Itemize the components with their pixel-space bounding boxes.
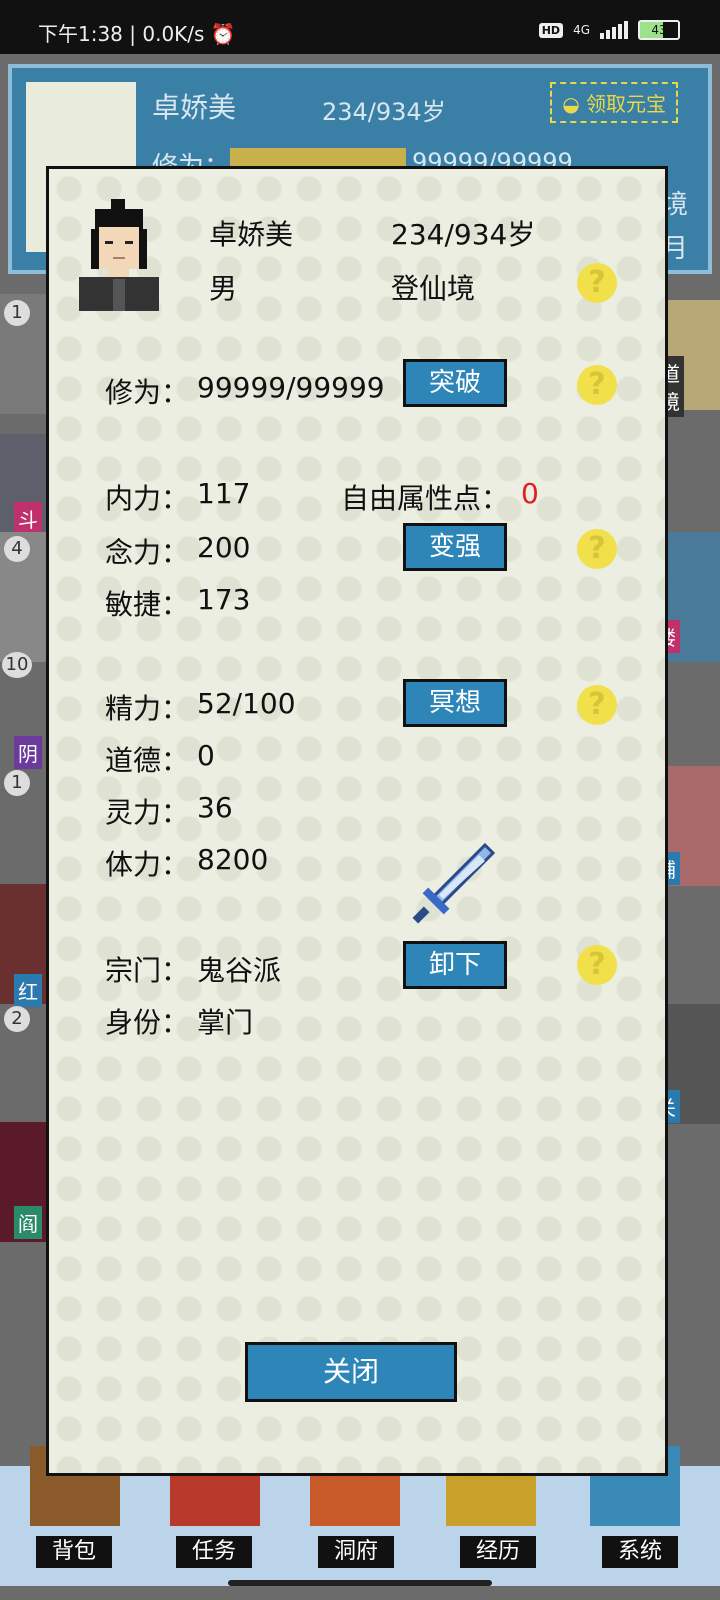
- nav-history[interactable]: 经历: [460, 1536, 536, 1568]
- tile-tag: 红: [14, 974, 42, 1007]
- home-indicator[interactable]: [228, 1580, 492, 1586]
- character-age: 234/934岁: [322, 98, 446, 126]
- help-icon[interactable]: ?: [577, 365, 617, 405]
- character-name: 卓娇美: [152, 91, 237, 124]
- stat-label: 精力：: [105, 692, 190, 725]
- free-points-label: 自由属性点：: [341, 482, 510, 515]
- breakthrough-button[interactable]: 突破: [403, 359, 507, 407]
- nav-tasks[interactable]: 任务: [176, 1536, 252, 1568]
- claim-ingot-button[interactable]: ◒ 领取元宝: [550, 82, 678, 123]
- status-right: HD 4G 43: [538, 20, 680, 40]
- strengthen-button[interactable]: 变强: [403, 523, 507, 571]
- free-points-value: 0: [521, 477, 539, 510]
- tile-tag: 阎: [14, 1206, 42, 1239]
- tile-count: 1: [4, 770, 30, 796]
- ingot-icon: ◒: [562, 92, 580, 116]
- status-time: 下午1:38 | 0.0K/s ⏰: [38, 22, 236, 46]
- tile-count: 10: [2, 652, 32, 678]
- meditate-button[interactable]: 冥想: [403, 679, 507, 727]
- identity-value: 掌门: [197, 1006, 254, 1039]
- stat-label: 道德：: [105, 744, 190, 777]
- network-label: 4G: [573, 23, 590, 37]
- bottom-nav: 背包 任务 洞府 经历 系统: [0, 1446, 720, 1586]
- nav-backpack[interactable]: 背包: [36, 1536, 112, 1568]
- cultivation-label: 修为：: [105, 376, 190, 409]
- hd-icon: HD: [538, 22, 564, 38]
- stat-value: 173: [197, 583, 251, 616]
- sect-label: 宗门：: [105, 954, 190, 987]
- stat-value: 52/100: [197, 687, 296, 720]
- cultivation-bar: [230, 148, 406, 168]
- identity-label: 身份：: [105, 1006, 190, 1039]
- character-realm: 登仙境: [391, 272, 476, 305]
- stat-value: 0: [197, 739, 215, 772]
- stat-value: 8200: [197, 843, 269, 876]
- close-button[interactable]: 关闭: [245, 1342, 457, 1402]
- tile-count: 1: [4, 300, 30, 326]
- status-bar: 下午1:38 | 0.0K/s ⏰ HD 4G 43: [0, 0, 720, 54]
- nav-cave[interactable]: 洞府: [318, 1536, 394, 1568]
- sect-value: 鬼谷派: [197, 954, 282, 987]
- tile-tag: 斗: [14, 502, 42, 535]
- stat-label: 体力：: [105, 848, 190, 881]
- character-detail-dialog: 卓娇美 234/934岁 男 登仙境 ? 修为： 99999/99999 突破 …: [46, 166, 668, 1476]
- nav-system[interactable]: 系统: [602, 1536, 678, 1568]
- character-gender: 男: [209, 272, 238, 305]
- stat-label: 念力：: [105, 536, 190, 569]
- stat-label: 灵力：: [105, 796, 190, 829]
- help-icon[interactable]: ?: [577, 945, 617, 985]
- character-name: 卓娇美: [209, 218, 294, 251]
- cultivation-value: 99999/99999: [197, 371, 385, 404]
- stat-label: 内力：: [105, 482, 190, 515]
- help-icon[interactable]: ?: [577, 685, 617, 725]
- battery-icon: 43: [638, 20, 680, 40]
- stat-value: 200: [197, 531, 251, 564]
- help-icon[interactable]: ?: [577, 263, 617, 303]
- signal-icon: [600, 21, 628, 39]
- tile-count: 4: [4, 536, 30, 562]
- stat-value: 117: [197, 477, 251, 510]
- stat-value: 36: [197, 791, 233, 824]
- character-avatar: [79, 199, 159, 311]
- sword-icon[interactable]: [407, 841, 497, 931]
- tile-count: 2: [4, 1006, 30, 1032]
- stat-label: 敏捷：: [105, 588, 190, 621]
- unequip-button[interactable]: 卸下: [403, 941, 507, 989]
- alarm-icon: ⏰: [210, 22, 236, 46]
- character-age: 234/934岁: [391, 218, 536, 251]
- help-icon[interactable]: ?: [577, 529, 617, 569]
- tile-tag: 阴: [14, 736, 42, 769]
